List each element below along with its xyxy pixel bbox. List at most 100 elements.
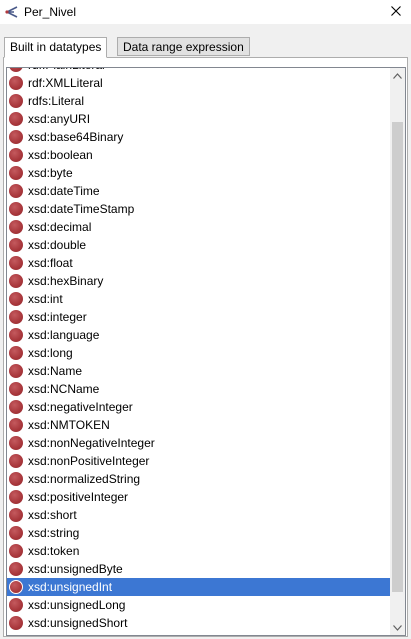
close-button[interactable] — [381, 0, 411, 24]
list-item[interactable]: xsd:normalizedString — [7, 470, 390, 488]
list-item[interactable]: xsd:float — [7, 254, 390, 272]
datatype-label: xsd:token — [28, 544, 80, 558]
datatype-label: rdf:PlainLiteral — [28, 68, 105, 74]
list-item[interactable]: xsd:double — [7, 236, 390, 254]
tab-panel: rdf:PlainLiteral rdf:XMLLiteral rdfs:Liter… — [3, 57, 408, 637]
datatype-icon — [9, 130, 23, 144]
datatype-label: xsd:unsignedLong — [28, 598, 126, 612]
datatype-icon — [9, 616, 23, 630]
list-item[interactable]: xsd:nonPositiveInteger — [7, 452, 390, 470]
list-item[interactable]: xsd:short — [7, 506, 390, 524]
list-item[interactable]: xsd:unsignedLong — [7, 596, 390, 614]
datatype-icon — [9, 292, 23, 306]
datatype-icon — [9, 544, 23, 558]
list-item[interactable]: xsd:unsignedByte — [7, 560, 390, 578]
datatype-label: xsd:short — [28, 508, 77, 522]
list-item[interactable]: xsd:string — [7, 524, 390, 542]
list-item[interactable]: xsd:unsignedShort — [7, 614, 390, 632]
datatype-label: xsd:string — [28, 526, 80, 540]
datatype-label: xsd:dateTime — [28, 184, 100, 198]
datatype-label: xsd:long — [28, 346, 73, 360]
datatype-icon — [9, 310, 23, 324]
datatype-icon — [9, 346, 23, 360]
datatype-icon — [9, 148, 23, 162]
list-item[interactable]: rdfs:Literal — [7, 92, 390, 110]
scrollbar-thumb[interactable] — [392, 122, 403, 592]
datatype-label: xsd:nonPositiveInteger — [28, 454, 150, 468]
list-item[interactable]: xsd:long — [7, 344, 390, 362]
list-item[interactable]: xsd:NCName — [7, 380, 390, 398]
datatype-label: xsd:positiveInteger — [28, 490, 129, 504]
list-item[interactable]: xsd:decimal — [7, 218, 390, 236]
list-item[interactable]: rdf:XMLLiteral — [7, 74, 390, 92]
datatype-label: xsd:NMTOKEN — [28, 418, 110, 432]
list-item[interactable]: xsd:negativeInteger — [7, 398, 390, 416]
datatype-list[interactable]: rdf:PlainLiteral rdf:XMLLiteral rdfs:Liter… — [6, 67, 406, 636]
datatype-icon — [9, 202, 23, 216]
datatype-icon — [9, 472, 23, 486]
datatype-icon — [9, 328, 23, 342]
list-item[interactable]: xsd:positiveInteger — [7, 488, 390, 506]
scroll-down-button[interactable] — [390, 620, 405, 635]
datatype-icon — [9, 598, 23, 612]
scroll-up-button[interactable] — [390, 68, 405, 83]
list-item[interactable]: xsd:anyURI — [7, 110, 390, 128]
datatype-label: xsd:unsignedByte — [28, 562, 123, 576]
datatype-icon — [9, 490, 23, 504]
chevron-down-icon — [393, 624, 402, 631]
list-item[interactable]: xsd:hexBinary — [7, 272, 390, 290]
datatype-label: xsd:dateTimeStamp — [28, 202, 135, 216]
datatype-icon — [9, 580, 23, 594]
datatype-label: xsd:NCName — [28, 382, 100, 396]
list-item[interactable]: xsd:int — [7, 290, 390, 308]
datatype-icon — [9, 166, 23, 180]
datatype-label: xsd:base64Binary — [28, 130, 124, 144]
datatype-label: xsd:hexBinary — [28, 274, 104, 288]
list-item[interactable]: xsd:NMTOKEN — [7, 416, 390, 434]
datatype-label: xsd:byte — [28, 166, 73, 180]
list-item[interactable]: xsd:token — [7, 542, 390, 560]
list-item[interactable]: rdf:PlainLiteral — [7, 68, 390, 74]
datatype-label: xsd:boolean — [28, 148, 93, 162]
datatype-label: xsd:float — [28, 256, 73, 270]
datatype-label: xsd:language — [28, 328, 100, 342]
tab-built-in-datatypes[interactable]: Built in datatypes — [4, 37, 108, 58]
title-bar: Per_Nivel — [0, 0, 411, 24]
datatype-rows: rdf:PlainLiteral rdf:XMLLiteral rdfs:Liter… — [7, 68, 390, 632]
datatype-label: xsd:normalizedString — [28, 472, 141, 486]
datatype-icon — [9, 220, 23, 234]
datatype-icon — [9, 94, 23, 108]
list-item[interactable]: xsd:unsignedInt — [7, 578, 390, 596]
datatype-label: rdfs:Literal — [28, 94, 85, 108]
datatype-icon — [9, 184, 23, 198]
datatype-icon — [9, 436, 23, 450]
list-item[interactable]: xsd:language — [7, 326, 390, 344]
datatype-label: xsd:integer — [28, 310, 87, 324]
datatype-label: xsd:negativeInteger — [28, 400, 133, 414]
list-item[interactable]: xsd:byte — [7, 164, 390, 182]
datatype-icon — [9, 526, 23, 540]
datatype-icon — [9, 508, 23, 522]
protege-icon — [4, 4, 20, 20]
datatype-icon — [9, 68, 23, 72]
list-item[interactable]: xsd:dateTime — [7, 182, 390, 200]
datatype-label: xsd:anyURI — [28, 112, 91, 126]
datatype-label: xsd:int — [28, 292, 63, 306]
list-item[interactable]: xsd:base64Binary — [7, 128, 390, 146]
datatype-label: xsd:double — [28, 238, 87, 252]
list-item[interactable]: xsd:integer — [7, 308, 390, 326]
datatype-icon — [9, 382, 23, 396]
list-item[interactable]: xsd:nonNegativeInteger — [7, 434, 390, 452]
list-item[interactable]: xsd:dateTimeStamp — [7, 200, 390, 218]
vertical-scrollbar[interactable] — [390, 68, 405, 635]
list-item[interactable]: xsd:Name — [7, 362, 390, 380]
datatype-label: xsd:Name — [28, 364, 83, 378]
tab-data-range-expression[interactable]: Data range expression — [117, 37, 250, 56]
datatype-icon — [9, 400, 23, 414]
datatype-icon — [9, 256, 23, 270]
close-icon — [391, 5, 401, 19]
datatype-icon — [9, 418, 23, 432]
list-item[interactable]: xsd:boolean — [7, 146, 390, 164]
chevron-up-icon — [393, 72, 402, 79]
datatype-icon — [9, 454, 23, 468]
